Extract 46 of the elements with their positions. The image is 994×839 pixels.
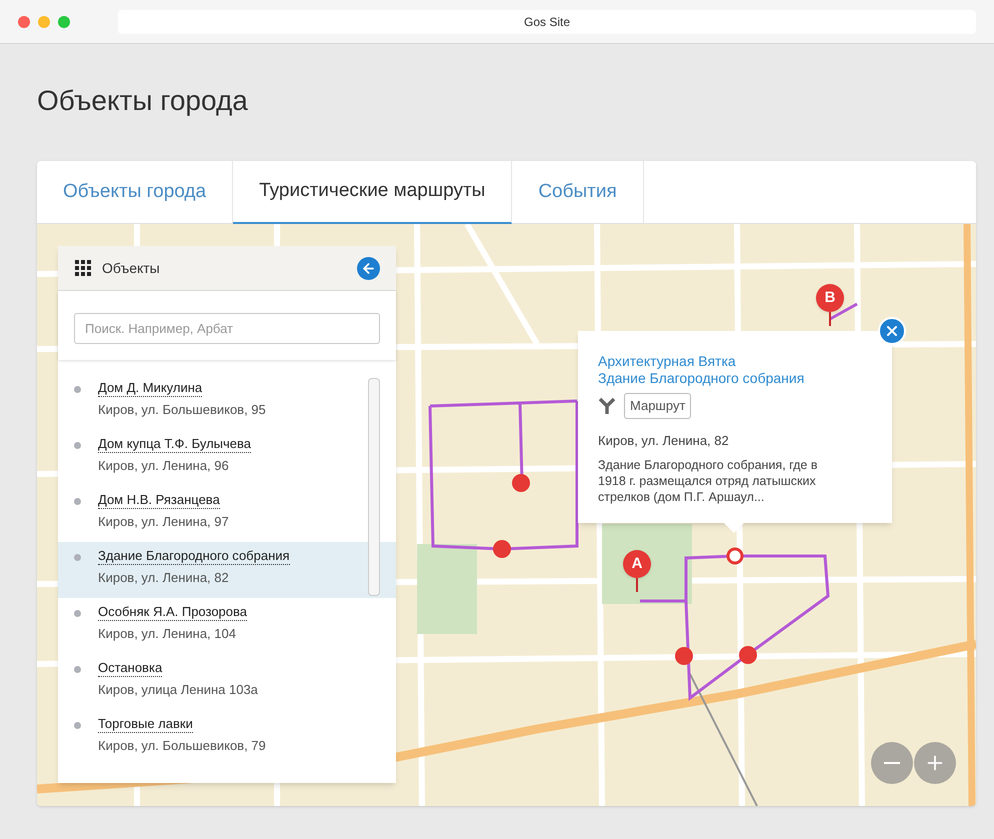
object-list-item[interactable]: Здание Благородного собрания Киров, ул. Ленина, 82 (58, 542, 396, 598)
object-address: Киров, ул. Ленина, 96 (98, 458, 230, 474)
page-title: Объекты города (37, 84, 249, 118)
search-field[interactable]: Поиск. Например, Арбат (74, 313, 380, 344)
object-list-item[interactable]: Особняк Я.А. Прозорова Киров, ул. Ленина, 104 (58, 598, 396, 654)
grid-icon[interactable] (74, 259, 92, 277)
bullet-icon (74, 442, 81, 449)
popup-description: Здание Благородного собрания, где в 1918 г. размещался отряд латышских стрелков (дом П.Г. Аршаул... (598, 457, 819, 505)
panel-title: Объекты (102, 258, 161, 278)
object-name[interactable]: Здание Благородного собрания (98, 548, 290, 565)
object-name[interactable]: Дом купца Т.Ф. Булычева (98, 436, 251, 453)
close-window-icon[interactable] (18, 16, 30, 28)
object-address: Киров, ул. Большевиков, 95 (98, 402, 266, 418)
address-bar[interactable]: Gos Site (118, 10, 976, 34)
back-button[interactable] (357, 256, 380, 280)
scrollbar[interactable] (368, 378, 380, 596)
object-name[interactable]: Дом Н.В. Рязанцева (98, 492, 220, 509)
popup-address: Киров, ул. Ленина, 82 (598, 432, 730, 450)
bullet-icon (74, 386, 81, 393)
object-name[interactable]: Остановка (98, 660, 162, 677)
bullet-icon (74, 554, 81, 561)
object-list-item[interactable]: Торговые лавки Киров, ул. Большевиков, 79 (58, 710, 396, 766)
bullet-icon (74, 610, 81, 617)
object-address: Киров, улица Ленина 103а (98, 682, 258, 698)
minimize-window-icon[interactable] (38, 16, 50, 28)
object-list-item[interactable]: Дом купца Т.Ф. Булычева Киров, ул. Ленина, 96 (58, 430, 396, 486)
route-button[interactable]: Маршрут (624, 393, 692, 418)
object-address: Киров, ул. Ленина, 104 (98, 626, 237, 642)
popup-title-link[interactable]: Архитектурная Вятка (598, 353, 872, 370)
object-name[interactable]: Торговые лавки (98, 716, 193, 733)
object-address: Киров, ул. Ленина, 97 (98, 514, 229, 530)
object-address: Киров, ул. Ленина, 82 (98, 570, 230, 586)
object-list-item[interactable]: Дом Д. Микулина Киров, ул. Большевиков, 95 (58, 374, 396, 430)
object-name[interactable]: Особняк Я.А. Прозорова (98, 604, 247, 621)
object-address: Киров, ул. Большевиков, 79 (98, 738, 266, 754)
close-icon (884, 323, 900, 339)
bullet-icon (74, 722, 81, 729)
bullet-icon (74, 498, 81, 505)
maximize-window-icon[interactable] (58, 16, 70, 28)
object-name[interactable]: Дом Д. Микулина (98, 380, 202, 397)
object-list-item[interactable]: Дом Н.В. Рязанцева Киров, ул. Ленина, 97 (58, 486, 396, 542)
minus-icon (884, 762, 900, 764)
route-fork-icon (598, 396, 616, 415)
bullet-icon (74, 666, 81, 673)
object-list-item[interactable]: Остановка Киров, улица Ленина 103а (58, 654, 396, 710)
popup-title-link[interactable]: Здание Благородного собрания (598, 370, 872, 387)
